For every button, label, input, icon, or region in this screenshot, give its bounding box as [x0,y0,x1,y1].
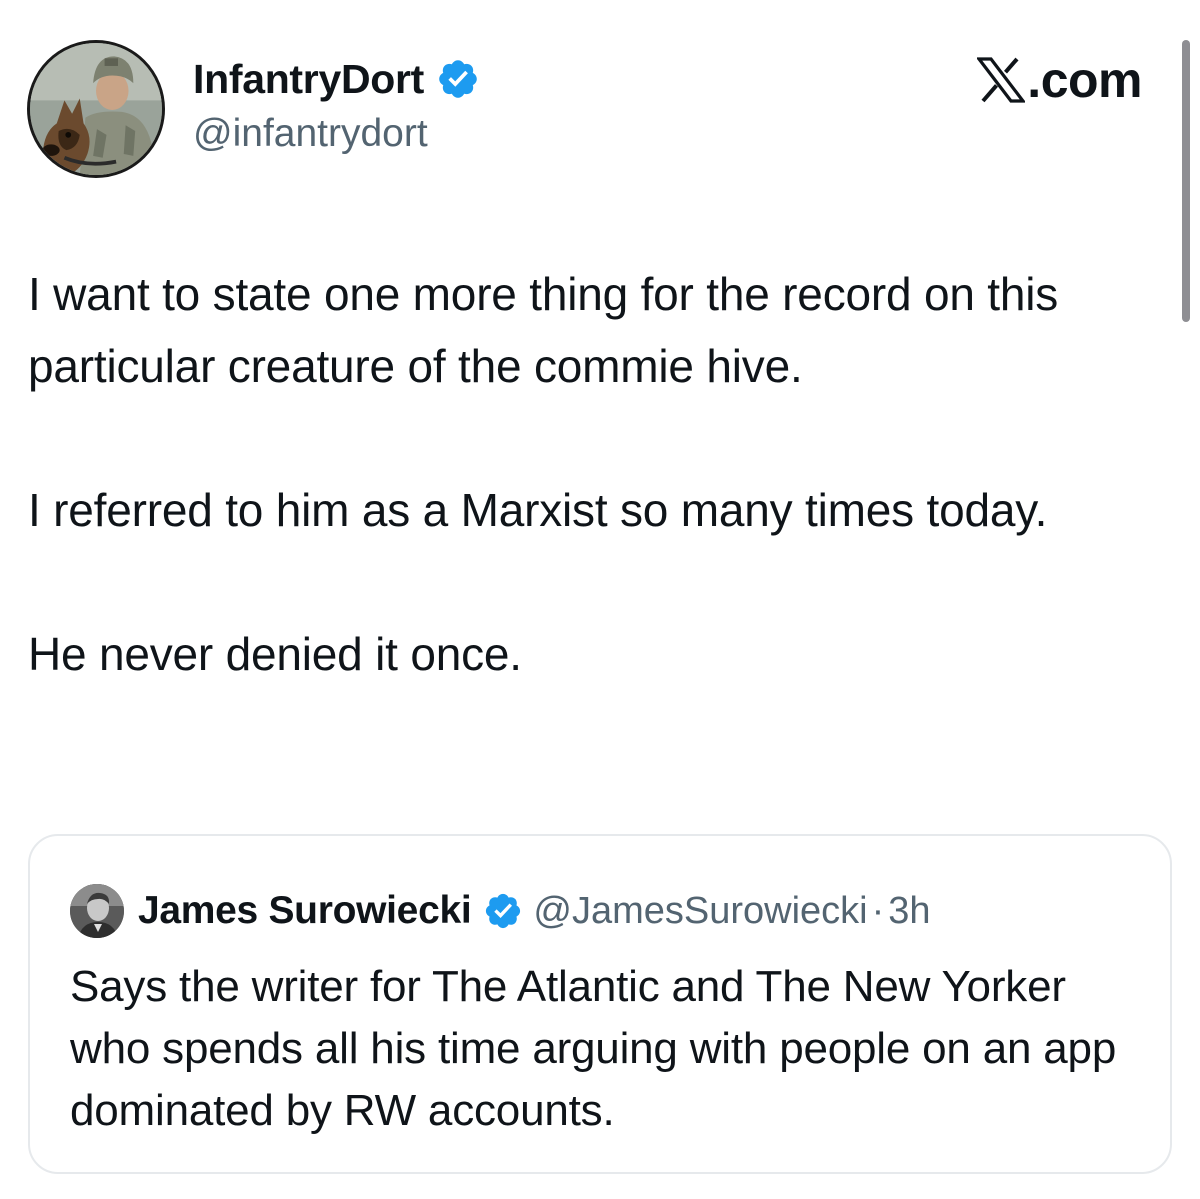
person-avatar-icon [70,884,124,938]
tweet-paragraph: I referred to him as a Marxist so many t… [28,484,1048,536]
tweet-paragraph: I want to state one more thing for the r… [28,268,1059,392]
x-logo-icon [977,57,1026,103]
tweet-body: I want to state one more thing for the r… [28,258,1168,690]
author-handle[interactable]: @infantrydort [193,112,428,156]
verified-badge-icon [486,893,521,929]
author-avatar[interactable] [27,40,165,178]
quoted-tweet-card[interactable]: James Surowiecki @JamesSurowiecki · 3h S… [28,834,1172,1174]
quoted-author-handle[interactable]: @JamesSurowiecki [533,890,867,933]
tweet-paragraph: He never denied it once. [28,628,522,680]
site-logo: .com [977,50,1142,110]
author-name-row: InfantryDort [193,52,480,106]
site-logo-text: .com [1027,52,1142,108]
quoted-author-avatar[interactable] [70,884,124,938]
header-separator: · [871,889,885,932]
quoted-tweet-timestamp[interactable]: 3h [888,890,930,933]
author-display-name[interactable]: InfantryDort [193,58,424,100]
soldier-with-dog-avatar-icon [30,43,162,175]
quoted-author-display-name[interactable]: James Surowiecki [138,889,472,933]
scrollbar[interactable] [1182,40,1190,322]
verified-badge-icon [439,60,477,98]
quoted-tweet-header: James Surowiecki @JamesSurowiecki · 3h [70,884,931,938]
quoted-tweet-text: Says the writer for The Atlantic and The… [70,962,1117,1135]
